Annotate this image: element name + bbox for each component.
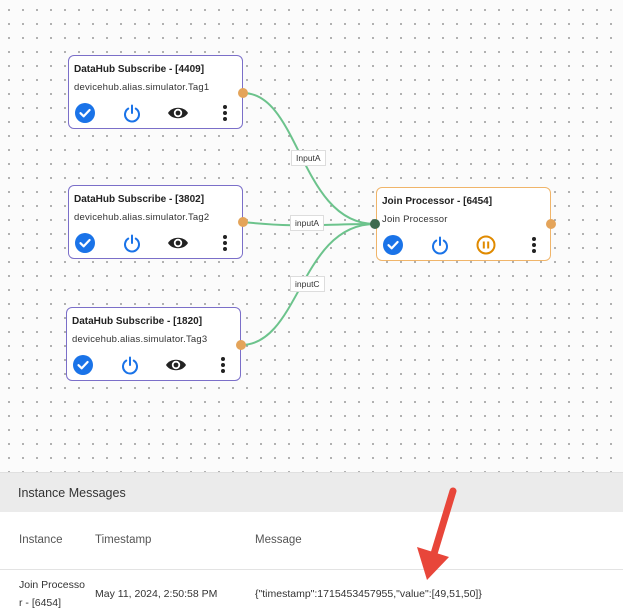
node-subtitle: devicehub.alias.simulator.Tag3 [72,334,208,345]
column-header-instance[interactable]: Instance [19,534,62,546]
power-icon[interactable] [120,355,140,375]
node-title: DataHub Subscribe - [3802] [74,194,205,205]
power-icon[interactable] [122,103,142,123]
eye-icon[interactable] [165,356,187,374]
node-datahub-subscribe-4409[interactable]: DataHub Subscribe - [4409] devicehub.ali… [68,55,243,129]
output-port[interactable] [238,217,248,227]
check-circle-icon[interactable] [75,233,95,253]
more-vert-icon[interactable] [220,103,230,123]
check-circle-icon[interactable] [383,235,403,255]
edge-label-inputA-2: inputA [290,215,325,231]
column-header-message[interactable]: Message [255,534,302,546]
eye-icon[interactable] [167,104,189,122]
annotation-arrow-icon [417,487,457,580]
node-title: DataHub Subscribe - [1820] [72,316,203,327]
pause-circle-icon[interactable] [476,235,496,255]
power-icon[interactable] [430,235,450,255]
panel-title: Instance Messages [0,472,623,512]
output-port[interactable] [238,88,248,98]
node-subtitle: devicehub.alias.simulator.Tag1 [74,82,210,93]
cell-instance-line1: Join Processo [19,579,85,591]
cell-timestamp: May 11, 2024, 2:50:58 PM [95,588,218,600]
more-vert-icon[interactable] [529,235,539,255]
check-circle-icon[interactable] [73,355,93,375]
node-datahub-subscribe-3802[interactable]: DataHub Subscribe - [3802] devicehub.ali… [68,185,243,259]
node-subtitle: Join Processor [382,214,448,225]
power-icon[interactable] [122,233,142,253]
node-title: Join Processor - [6454] [382,196,493,207]
cell-message: {"timestamp":1715453457955,"value":[49,5… [255,588,482,600]
column-header-timestamp[interactable]: Timestamp [95,534,151,546]
output-port[interactable] [546,219,556,229]
table-divider [0,569,623,570]
instance-messages-panel: Instance Messages Instance Timestamp Mes… [0,472,623,616]
node-subtitle: devicehub.alias.simulator.Tag2 [74,212,210,223]
cell-instance-line2: r - [6454] [19,597,62,609]
more-vert-icon[interactable] [220,233,230,253]
node-datahub-subscribe-1820[interactable]: DataHub Subscribe - [1820] devicehub.ali… [66,307,241,381]
node-title: DataHub Subscribe - [4409] [74,64,205,75]
output-port[interactable] [236,340,246,350]
input-port[interactable] [370,219,380,229]
edge-label-inputA: InputA [291,150,326,166]
more-vert-icon[interactable] [218,355,228,375]
eye-icon[interactable] [167,234,189,252]
flow-canvas[interactable]: DataHub Subscribe - [4409] devicehub.ali… [0,0,623,472]
edge-label-inputC: inputC [290,276,325,292]
check-circle-icon[interactable] [75,103,95,123]
node-join-processor-6454[interactable]: Join Processor - [6454] Join Processor [376,187,551,261]
